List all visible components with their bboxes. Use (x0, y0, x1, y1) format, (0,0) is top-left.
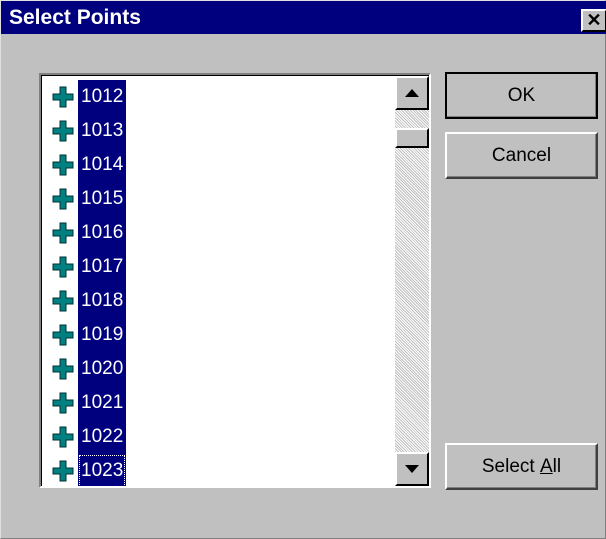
scroll-up-button[interactable] (395, 76, 429, 110)
ok-button[interactable]: OK (445, 72, 598, 119)
select-all-button[interactable]: Select All (445, 443, 598, 490)
list-item-label: 1015 (78, 182, 127, 216)
points-list: 1012 1013 1014 1015 1016 1017 1018 1019 1020 1021… (52, 80, 392, 486)
plus-icon (52, 392, 74, 414)
close-glyph: ✕ (586, 10, 602, 30)
list-item[interactable]: 1023 (52, 454, 392, 486)
list-item[interactable]: 1013 (52, 114, 392, 148)
list-item[interactable]: 1018 (52, 284, 392, 318)
dialog-title: Select Points (9, 6, 141, 29)
list-item-label: 1014 (78, 148, 127, 182)
list-item-label: 1017 (78, 250, 127, 284)
plus-icon (52, 222, 74, 244)
list-item[interactable]: 1016 (52, 216, 392, 250)
cancel-button[interactable]: Cancel (445, 132, 598, 179)
list-item[interactable]: 1012 (52, 80, 392, 114)
vertical-scrollbar[interactable] (395, 76, 429, 486)
list-item[interactable]: 1014 (52, 148, 392, 182)
list-item-label: 1016 (78, 216, 127, 250)
plus-icon (52, 290, 74, 312)
scroll-down-button[interactable] (395, 452, 429, 486)
select-points-dialog: Select Points ✕ 1012 1013 1014 1015 1016 1017… (0, 0, 606, 539)
plus-icon (52, 324, 74, 346)
listbox-frame: 1012 1013 1014 1015 1016 1017 1018 1019 1020 1021… (41, 75, 429, 486)
list-item[interactable]: 1020 (52, 352, 392, 386)
list-item-label: 1018 (78, 284, 127, 318)
scroll-thumb[interactable] (395, 128, 429, 148)
list-item-label: 1019 (78, 318, 127, 352)
arrow-up-icon (405, 89, 419, 97)
list-item-label: 1022 (78, 420, 127, 454)
plus-icon (52, 154, 74, 176)
points-listbox[interactable]: 1012 1013 1014 1015 1016 1017 1018 1019 1020 1021… (39, 73, 431, 488)
select-all-label-prefix: Select (481, 455, 540, 477)
list-item-label: 1013 (78, 114, 127, 148)
plus-icon (52, 460, 74, 482)
list-item[interactable]: 1015 (52, 182, 392, 216)
plus-icon (52, 426, 74, 448)
plus-icon (52, 120, 74, 142)
list-item-label: 1020 (78, 352, 127, 386)
list-item-label: 1023 (78, 454, 127, 486)
select-all-mnemonic: A (539, 455, 553, 477)
close-icon[interactable]: ✕ (581, 9, 606, 32)
list-item[interactable]: 1017 (52, 250, 392, 284)
plus-icon (52, 256, 74, 278)
plus-icon (52, 86, 74, 108)
list-item-label: 1012 (78, 80, 127, 114)
list-item[interactable]: 1019 (52, 318, 392, 352)
list-item[interactable]: 1022 (52, 420, 392, 454)
arrow-down-icon (405, 465, 419, 473)
plus-icon (52, 188, 74, 210)
plus-icon (52, 358, 74, 380)
list-item-label: 1021 (78, 386, 127, 420)
title-bar[interactable]: Select Points ✕ (1, 1, 606, 34)
select-all-label-suffix: ll (552, 455, 562, 477)
list-item[interactable]: 1021 (52, 386, 392, 420)
